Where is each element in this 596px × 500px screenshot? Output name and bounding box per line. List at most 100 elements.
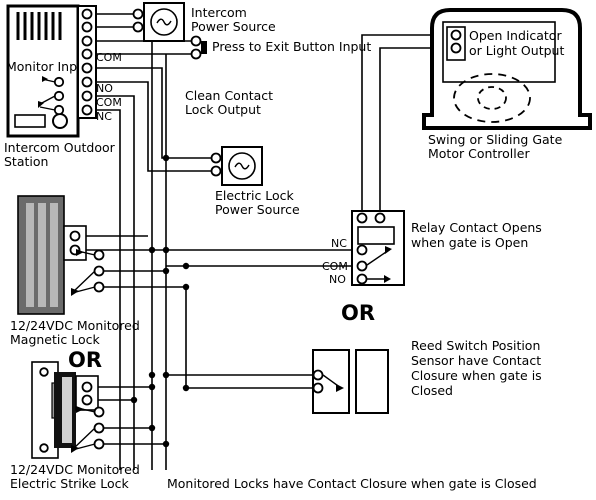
mag-monitor-arm-lower: [72, 270, 96, 293]
relay-label-no: NO: [329, 273, 346, 286]
reed-magnet-body: [355, 349, 389, 414]
intercom-power-source[interactable]: [132, 2, 185, 42]
magnetic-lock[interactable]: [17, 195, 105, 315]
junction-dot: [182, 283, 190, 291]
strike-monitor-arm-no: [75, 443, 96, 450]
junction-dot: [162, 440, 170, 448]
gate-motor-controller[interactable]: Open Indicator or Light Output: [422, 8, 592, 130]
strike-monitor-terminal-nc[interactable]: [93, 406, 105, 418]
strike-lock-caption-line1: 12/24VDC Monitored: [10, 462, 140, 477]
intercom-terminal-1[interactable]: [81, 8, 93, 20]
junction-dot: [162, 371, 170, 379]
mag-monitor-terminal-no[interactable]: [93, 281, 105, 293]
clean-contact-label-line2: Lock Output: [185, 102, 261, 117]
exit-button-icon[interactable]: [201, 41, 207, 54]
junction-dot: [148, 246, 156, 254]
intercom-terminal-3[interactable]: [81, 35, 93, 47]
gate-controller-caption-line2: Motor Controller: [428, 146, 530, 161]
press-to-exit-label: Press to Exit Button Input: [212, 39, 371, 54]
intercom-terminal-4[interactable]: [81, 48, 93, 60]
intercom-caption-line1: Intercom Outdoor: [4, 140, 116, 155]
mag-monitor-terminal-com[interactable]: [93, 265, 105, 277]
intercom-power-caption-line1: Intercom: [191, 5, 247, 20]
intercom-nameplate: [14, 114, 46, 128]
reed-caption-line3: Closure when gate is: [411, 368, 542, 383]
controller-terminal-bottom[interactable]: [450, 42, 462, 54]
open-indicator-label-line1: Open Indicator: [469, 28, 562, 43]
relay-terminal-com[interactable]: [356, 260, 368, 272]
clean-contact-label-line1: Clean Contact: [185, 88, 273, 103]
speaker-grill-icon: [16, 12, 62, 40]
junction-dot: [148, 424, 156, 432]
intercom-call-button[interactable]: [52, 113, 68, 129]
relay-caption-line1: Relay Contact Opens: [411, 220, 542, 235]
strike-monitor-terminal-no[interactable]: [93, 438, 105, 450]
relay-terminal-no[interactable]: [356, 273, 368, 285]
intercom-outdoor-station[interactable]: Monitor Input: [6, 4, 97, 138]
terminal-label-no: NO: [96, 82, 113, 95]
lock-power-terminal-bottom[interactable]: [210, 165, 222, 177]
mag-lock-stripe-2: [38, 203, 46, 307]
exit-terminal-top[interactable]: [190, 35, 202, 47]
intercom-contact-nc: [53, 104, 65, 116]
press-to-exit-button[interactable]: [190, 35, 208, 60]
mag-lock-stripe-1: [26, 203, 34, 307]
intercom-contact-no: [53, 76, 65, 88]
electric-lock-power-caption-line1: Electric Lock: [215, 188, 295, 203]
relay-coil-block: [357, 226, 395, 245]
relay-label-nc: NC: [331, 237, 347, 250]
relay-coil-terminal-right[interactable]: [374, 212, 386, 224]
relay-terminal-nc[interactable]: [356, 244, 368, 256]
mag-lock-terminal-positive[interactable]: [69, 230, 81, 242]
wiring-diagram-root: Monitor Input COM NO COM NC Intercom Out…: [0, 0, 596, 500]
strike-monitor-terminal-com[interactable]: [93, 422, 105, 434]
lock-power-terminal-top[interactable]: [210, 152, 222, 164]
mag-monitor-terminal-nc[interactable]: [93, 249, 105, 261]
relay-coil-terminal-left[interactable]: [356, 212, 368, 224]
terminal-label-nc: NC: [96, 110, 112, 123]
intercom-terminal-6-no[interactable]: [81, 76, 93, 88]
reed-terminal-top[interactable]: [312, 369, 324, 381]
junction-dot: [148, 371, 156, 379]
intercom-terminal-8-nc[interactable]: [81, 104, 93, 116]
junction-dot: [162, 267, 170, 275]
strike-screw-top: [39, 367, 49, 377]
intercom-caption-line2: Station: [4, 154, 48, 169]
reed-caption-line4: Closed: [411, 383, 453, 398]
reed-switch-sensor[interactable]: [312, 349, 389, 414]
intercom-terminal-2[interactable]: [81, 21, 93, 33]
or-label-left: OR: [68, 348, 102, 372]
strike-monitor-arm-lower: [72, 427, 96, 450]
junction-dot: [182, 384, 190, 392]
electric-lock-power-caption-line2: Power Source: [215, 202, 300, 217]
mag-lock-caption-line2: Magnetic Lock: [10, 332, 100, 347]
strike-terminal-positive[interactable]: [81, 381, 93, 393]
reed-terminal-bottom[interactable]: [312, 382, 324, 394]
strike-screw-bottom: [39, 443, 49, 453]
power-source-terminal-top[interactable]: [132, 8, 144, 20]
relay-contact-module[interactable]: [351, 210, 405, 286]
intercom-terminal-7-com[interactable]: [81, 90, 93, 102]
wiring-diagram-canvas: Monitor Input COM NO COM NC Intercom Out…: [4, 2, 592, 491]
terminal-label-com-bottom: COM: [96, 96, 122, 109]
electric-lock-power-source[interactable]: [210, 146, 263, 186]
or-label-upper: OR: [341, 301, 375, 325]
relay-label-com: COM: [322, 260, 348, 273]
exit-terminal-bottom[interactable]: [190, 48, 202, 60]
mag-lock-caption-line1: 12/24VDC Monitored: [10, 318, 140, 333]
strike-lock-caption-line2: Electric Strike Lock: [10, 476, 129, 491]
power-source-terminal-bottom[interactable]: [132, 21, 144, 33]
footer-note: Monitored Locks have Contact Closure whe…: [167, 476, 537, 491]
mag-lock-stripe-3: [50, 203, 58, 307]
junction-dot: [130, 396, 138, 404]
reed-caption-line1: Reed Switch Position: [411, 338, 540, 353]
mag-monitor-arm-no: [75, 286, 96, 293]
intercom-terminal-5-com[interactable]: [81, 62, 93, 74]
controller-terminal-top[interactable]: [450, 29, 462, 41]
terminal-label-com-top: COM: [96, 51, 122, 64]
gate-controller-caption-line1: Swing or Sliding Gate: [428, 132, 563, 147]
intercom-power-caption-line2: Power Source: [191, 19, 276, 34]
strike-terminal-negative[interactable]: [81, 394, 93, 406]
junction-dot: [148, 383, 156, 391]
electric-strike-lock[interactable]: [31, 361, 105, 459]
